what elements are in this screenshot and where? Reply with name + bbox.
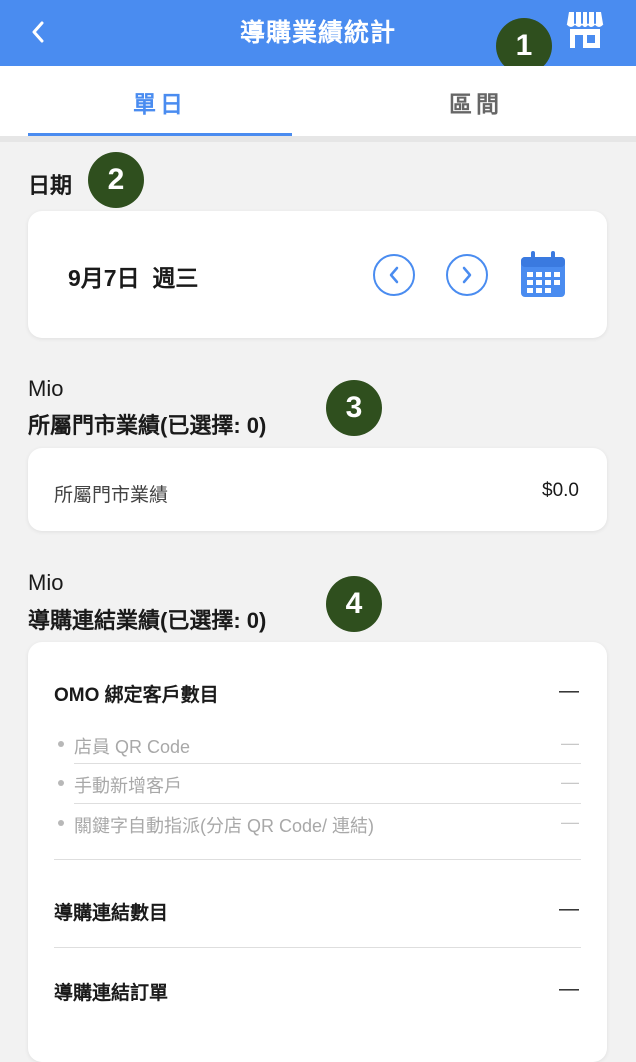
divider bbox=[54, 947, 581, 948]
divider bbox=[54, 859, 581, 860]
date-section-label: 日期 bbox=[28, 173, 73, 198]
link-orders-value: — bbox=[559, 978, 579, 1000]
storefront-icon bbox=[566, 12, 604, 48]
date-value: 9月7日 bbox=[68, 265, 140, 291]
bullet-icon bbox=[58, 780, 64, 786]
omo-label: OMO 綁定客戶數目 bbox=[54, 685, 219, 706]
tab-date-range[interactable]: 區間 bbox=[344, 66, 608, 136]
omo-item-value: — bbox=[561, 733, 579, 753]
link-performance-card: OMO 綁定客戶數目 — 店員 QR Code — 手動新增客戶 — 關鍵字自動… bbox=[28, 642, 607, 1062]
store-performance-label: 所屬門市業績 bbox=[54, 485, 169, 506]
bullet-icon bbox=[58, 741, 64, 747]
tab-bar: 單日 區間 bbox=[0, 66, 636, 136]
weekday-value: 週三 bbox=[152, 265, 199, 291]
store-button[interactable] bbox=[563, 8, 607, 52]
marker-badge: 4 bbox=[326, 576, 382, 632]
omo-item-label: 關鍵字自動指派(分店 QR Code/ 連結) bbox=[74, 816, 375, 836]
calendar-icon bbox=[521, 251, 565, 297]
link-section-title: 導購連結業績(已選擇: 0) bbox=[28, 608, 267, 633]
date-card: 9月7日 週三 bbox=[28, 211, 607, 338]
bullet-icon bbox=[58, 820, 64, 826]
chevron-left-icon bbox=[389, 266, 399, 284]
marker-badge: 3 bbox=[326, 380, 382, 436]
omo-item-label: 店員 QR Code bbox=[74, 737, 191, 757]
divider bbox=[0, 136, 636, 142]
link-count-label: 導購連結數目 bbox=[54, 903, 169, 924]
omo-value: — bbox=[559, 680, 579, 702]
store-section-owner: Mio bbox=[28, 376, 64, 401]
calendar-button[interactable] bbox=[519, 249, 567, 299]
divider bbox=[74, 803, 581, 804]
divider bbox=[74, 763, 581, 764]
chevron-right-icon bbox=[462, 266, 472, 284]
link-orders-label: 導購連結訂單 bbox=[54, 983, 169, 1004]
previous-day-button[interactable] bbox=[373, 254, 415, 296]
omo-item-value: — bbox=[561, 812, 579, 832]
omo-item-value: — bbox=[561, 772, 579, 792]
link-section-owner: Mio bbox=[28, 570, 64, 595]
tab-single-day[interactable]: 單日 bbox=[28, 66, 292, 136]
store-section-title: 所屬門市業績(已選擇: 0) bbox=[28, 413, 267, 438]
marker-badge: 2 bbox=[88, 152, 144, 208]
selected-date: 9月7日 週三 bbox=[68, 259, 198, 293]
next-day-button[interactable] bbox=[446, 254, 488, 296]
store-performance-value: $0.0 bbox=[542, 480, 579, 501]
link-count-value: — bbox=[559, 898, 579, 920]
store-performance-card: 所屬門市業績 $0.0 bbox=[28, 448, 607, 531]
omo-item-label: 手動新增客戶 bbox=[74, 776, 182, 796]
